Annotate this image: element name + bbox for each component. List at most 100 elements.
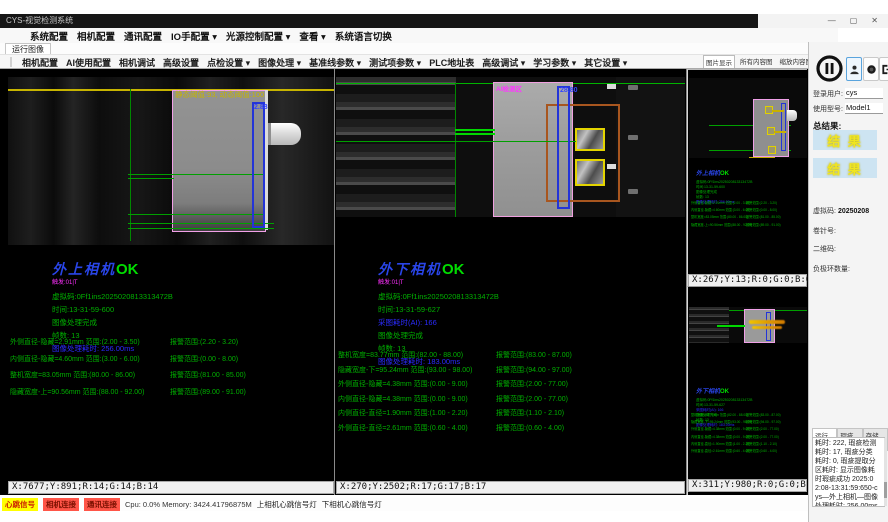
menu-item-camera-config[interactable]: 相机配置: [77, 29, 115, 43]
menu-item-comm-config[interactable]: 通讯配置: [124, 29, 162, 43]
measurement-row: 外侧直径-隐藏=2.91mm 范围:(2.00 - 3.50)报警范围:(2.2…: [10, 337, 332, 347]
baseline-vertical: [130, 89, 131, 241]
view-tab-picture[interactable]: 图片显示: [703, 55, 735, 69]
status-bar: 心跳信号 相机连接 通讯连接 Cpu: 0.0% Memory: 3424.41…: [0, 498, 808, 511]
result-text-1: 结 果: [827, 131, 863, 150]
menu-item-light-config[interactable]: 光源控制配置 ▾: [226, 29, 290, 43]
tool-advanced-debug[interactable]: 高级调试 ▾: [482, 56, 525, 69]
model-label: 使用型号:: [813, 104, 843, 114]
pause-button[interactable]: [816, 55, 843, 82]
model-select[interactable]: Model1: [845, 103, 883, 114]
preview-top-image[interactable]: [689, 78, 807, 158]
preview-top-overlay: 外上相机OK 虚拟码:0Ff1ins2025020813313472B 时间:1…: [696, 162, 752, 205]
view-separator: [334, 69, 335, 495]
measurement-list-mini-top: 外侧直径-隐藏=2.91mm 范围:(2.00 - 3.50)报警范围:(2.2…: [691, 200, 805, 229]
user-icon: [849, 64, 860, 75]
login-user-field[interactable]: cys: [845, 88, 883, 99]
comm-link-indicator: 通讯连接: [84, 498, 120, 511]
defect-box-yellow-1: [575, 128, 605, 151]
result-ok-mini: OK: [720, 171, 729, 177]
minimize-button[interactable]: —: [828, 14, 836, 28]
tool-test-params[interactable]: 测试项参数 ▾: [369, 56, 421, 69]
roi-box-blue: [252, 102, 265, 228]
camera-view-left: 静态阈值:93, 动态阈值:100 2.88 外上相机OK 触发:01|T 虚拟…: [8, 69, 334, 495]
view-tab-all-content[interactable]: 所有内容图: [738, 55, 775, 69]
vcode-label: 虚拟码:: [813, 206, 836, 216]
log-content: 耗时: 222, 瑕疵检测耗时: 17, 瑕疵分类耗时: 0, 瑕疵提取分区耗时…: [812, 437, 885, 507]
camera-image-right[interactable]: AI检测区 28.80: [336, 77, 685, 217]
preview-bottom-image[interactable]: [689, 307, 807, 343]
result-ok: OK: [116, 261, 139, 278]
measure-line-bright: [455, 133, 495, 135]
tool-other-settings[interactable]: 其它设置 ▾: [584, 56, 627, 69]
measure-line: [128, 214, 264, 215]
log-scrollbar-thumb[interactable]: [884, 482, 887, 498]
virtual-code: 虚拟码:0Ff1ins2025020813313472B: [52, 290, 173, 303]
camera-image-left[interactable]: 静态阈值:93, 动态阈值:100 2.88: [8, 77, 334, 245]
measurement-list-right: 整机宽度=83.77mm 范围:(82.00 - 88.00)报警范围:(83.…: [338, 350, 683, 438]
camera-name-mini: 外下相机: [696, 389, 720, 395]
pixel-readout-right: X:270;Y:2502;R:17;G:17;B:17: [336, 481, 685, 494]
side-panel: 登录用户: cys 使用型号: Model1 总结果: 结 果 结 果 虚拟码:…: [808, 42, 888, 522]
maximize-button[interactable]: ▢: [850, 14, 858, 28]
edge-highlight: [607, 164, 616, 169]
machine-body: [616, 77, 685, 217]
menu-item-system-config[interactable]: 系统配置: [30, 29, 68, 43]
baseline-vertical: [455, 83, 456, 217]
measure-line: [336, 141, 576, 142]
toolbar: 相机配置 AI使用配置 相机调试 高级设置 点检设置 ▾ 图像处理 ▾ 基准线参…: [0, 54, 818, 69]
measurement-row: 隐藏宽度-上=90.56mm 范围:(88.00 - 92.00)报警范围:(8…: [691, 222, 805, 227]
top-camera-heartbeat-label: 上相机心跳信号灯: [257, 499, 317, 510]
tool-baseline-params[interactable]: 基准线参数 ▾: [309, 56, 361, 69]
edge-highlight: [265, 90, 268, 230]
virtual-code: 虚拟码:0Ff1ins2025020813313472B: [378, 290, 499, 303]
preview-view-tabs: 图片显示 所有内容图 缩放内容图: [703, 55, 814, 69]
result-text-2: 结 果: [827, 159, 863, 178]
tool-plc-table[interactable]: PLC地址表: [429, 56, 474, 69]
measure-line-bright: [717, 325, 745, 327]
exit-button[interactable]: [879, 57, 888, 81]
capture-time: 时间:13-31-59-627: [378, 303, 499, 316]
tool-image-processing[interactable]: 图像处理 ▾: [258, 56, 301, 69]
measurement-row: 整机宽度=83.05mm 范围:(80.00 - 86.00)报警范围:(81.…: [691, 214, 805, 219]
measure-line: [128, 178, 174, 179]
app-window: { "window": {"title": "CYS-视觉检测系统", "min…: [0, 0, 888, 522]
menu-bar: 系统配置 相机配置 通讯配置 IO手配置 ▾ 光源控制配置 ▾ 查看 ▾ 系统语…: [0, 28, 838, 43]
inspected-part-mini: [753, 99, 789, 157]
tool-advanced-settings[interactable]: 高级设置: [163, 56, 199, 69]
tool-learning-params[interactable]: 学习参数 ▾: [533, 56, 576, 69]
ring-count-row: 负极环数量:: [813, 264, 850, 274]
heartbeat-indicator: 心跳信号: [2, 498, 38, 511]
menu-item-view[interactable]: 查看 ▾: [299, 29, 325, 43]
tool-spot-check[interactable]: 点检设置 ▾: [207, 56, 250, 69]
machine-slot: [628, 189, 638, 194]
qr-row: 二维码:: [813, 244, 836, 254]
menu-item-io-config[interactable]: IO手配置 ▾: [171, 29, 217, 43]
tool-camera-config[interactable]: 相机配置: [22, 56, 58, 69]
user-login-button[interactable]: [846, 57, 862, 81]
roi-box-blue: [557, 86, 570, 209]
camera-snapshot-button[interactable]: [863, 57, 879, 81]
result-box-1: 结 果: [813, 130, 877, 150]
camera-name: 外下相机: [378, 261, 442, 277]
measure-line-bright: [455, 129, 495, 131]
menu-item-language[interactable]: 系统语言切换: [335, 29, 392, 43]
measurement-row: 整机宽度=83.05mm 范围:(80.00 - 86.00)报警范围:(81.…: [10, 370, 332, 380]
preview-top[interactable]: 外上相机OK 虚拟码:0Ff1ins2025020813313472B 时间:1…: [687, 69, 807, 286]
measurement-list-left: 外侧直径-隐藏=2.91mm 范围:(2.00 - 3.50)报警范围:(2.2…: [10, 337, 332, 403]
camera-link-indicator: 相机连接: [43, 498, 79, 511]
defect-box-yellow-2: [575, 159, 605, 186]
vcode-row: 虚拟码: 20250208: [813, 206, 869, 216]
lens-icon: [866, 64, 877, 75]
micro-marker: [768, 146, 776, 154]
preview-bottom[interactable]: 外下相机OK 虚拟码:0Ff1ins2025020813313472B 时间:1…: [687, 286, 807, 495]
qr-label: 二维码:: [813, 244, 836, 254]
tool-camera-debug[interactable]: 相机调试: [119, 56, 155, 69]
measurement-row: 内侧直径-直径=1.90mm 范围:(1.00 - 2.20)报警范围:(1.1…: [338, 408, 683, 418]
tool-ai-config[interactable]: AI使用配置: [66, 56, 111, 69]
close-button[interactable]: ✕: [871, 14, 878, 28]
micro-label: [774, 131, 786, 133]
threshold-annotation: 静态阈值:93, 动态阈值:100: [175, 89, 264, 100]
reference-line-yellow: [8, 89, 334, 91]
measurement-row: 外侧直径-隐藏=2.91mm 范围:(2.00 - 3.50)报警范围:(2.2…: [691, 200, 805, 205]
